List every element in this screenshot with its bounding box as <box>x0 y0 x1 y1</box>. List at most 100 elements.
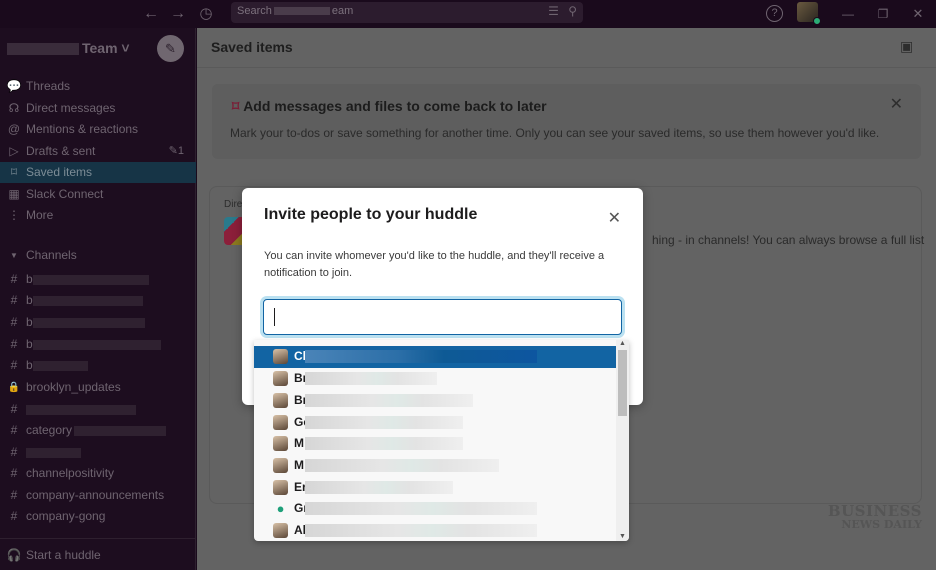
avatar <box>273 436 288 451</box>
channel-name: b <box>26 315 33 329</box>
scroll-up-arrow-icon[interactable]: ▲ <box>619 340 626 347</box>
channel-item[interactable]: # b <box>0 355 196 376</box>
sidebar-item-mentions[interactable]: @ Mentions & reactions <box>0 119 196 140</box>
more-vertical-icon: ⋮ <box>8 208 20 222</box>
hash-icon: # <box>10 488 18 502</box>
invite-people-input[interactable] <box>263 299 622 335</box>
sidebar-item-label: Drafts & sent <box>26 144 96 158</box>
suggestion-item[interactable]: M <box>254 433 616 455</box>
minimize-icon[interactable]: — <box>838 4 858 24</box>
card-label: Dire <box>224 199 243 210</box>
sidebar: Team ˅ ✎ 💬 Threads ☊ Direct messages @ Ment… <box>0 28 196 570</box>
search-icon[interactable]: ⚲ <box>568 4 577 18</box>
channel-item[interactable]: # b <box>0 334 196 355</box>
team-switcher[interactable]: Team ˅ <box>7 40 130 56</box>
text-caret <box>274 308 275 326</box>
sidebar-item-saved-items[interactable]: ⌑ Saved items <box>0 162 196 183</box>
redacted-text <box>305 394 473 407</box>
avatar <box>273 523 288 538</box>
suggestion-item[interactable]: Br <box>254 390 616 412</box>
caret-down-icon: ▼ <box>10 251 18 260</box>
sidebar-item-label: Slack Connect <box>26 187 104 201</box>
compose-button[interactable]: ✎ <box>157 35 184 62</box>
suggestion-item[interactable]: Al <box>254 520 616 541</box>
channel-item[interactable]: # b <box>0 290 196 311</box>
card-text: hing - in channels! You can always brows… <box>652 233 925 247</box>
lock-icon: 🔒 <box>7 382 21 393</box>
sidebar-item-more[interactable]: ⋮ More <box>0 205 196 226</box>
avatar <box>273 349 288 364</box>
filter-icon[interactable]: ☰ <box>548 4 559 18</box>
start-huddle-button[interactable]: 🎧 Start a huddle <box>0 545 196 566</box>
channel-item[interactable]: # company-announcements <box>0 485 196 506</box>
suggestion-item[interactable]: Ge <box>254 412 616 434</box>
sidebar-item-threads[interactable]: 💬 Threads <box>0 76 196 97</box>
channel-item[interactable]: # b <box>0 269 196 290</box>
channel-name: b <box>26 337 33 351</box>
main-header: Saved items ▣ <box>197 28 936 68</box>
redacted-text <box>305 350 537 363</box>
hash-icon: # <box>10 423 18 437</box>
restore-icon[interactable]: ❐ <box>873 4 893 24</box>
channel-item[interactable]: 🔒 brooklyn_updates <box>0 377 196 398</box>
avatar <box>273 480 288 495</box>
section-label: Channels <box>26 248 77 262</box>
watermark: BUSINESS NEWS DAILY <box>828 504 922 531</box>
channel-name: channelpositivity <box>26 466 115 480</box>
scroll-down-arrow-icon[interactable]: ▼ <box>619 533 626 540</box>
channel-name: b <box>26 293 33 307</box>
channel-item[interactable]: # channelpositivity <box>0 463 196 484</box>
scrollbar[interactable]: ▲ ▼ <box>616 340 629 541</box>
scroll-thumb[interactable] <box>618 350 627 416</box>
channel-details-icon[interactable]: ▣ <box>900 38 918 56</box>
channel-name: company-announcements <box>26 488 165 502</box>
channel-name: b <box>26 358 33 372</box>
modal-title: Invite people to your huddle <box>264 206 478 223</box>
sidebar-divider <box>0 538 196 539</box>
hash-icon: # <box>10 293 18 307</box>
compose-icon: ✎ <box>165 41 176 56</box>
redacted-text <box>305 459 499 472</box>
sidebar-item-label: Threads <box>26 79 71 93</box>
hash-icon: # <box>10 509 18 523</box>
back-icon[interactable]: ← <box>141 4 161 24</box>
suggestion-item[interactable]: Er <box>254 477 616 499</box>
channel-name: company-gong <box>26 509 106 523</box>
history-icon[interactable]: ◷ <box>196 4 216 24</box>
suggestion-item[interactable]: M <box>254 455 616 477</box>
close-window-icon[interactable]: ✕ <box>908 4 928 24</box>
drafts-count-badge: ✎1 <box>168 145 184 157</box>
presence-indicator <box>813 17 821 25</box>
hash-icon: # <box>10 402 18 416</box>
title-bar: ← → ◷ Search eam ☰ ⚲ ? — ❐ ✕ <box>0 0 936 28</box>
redacted-text <box>305 502 537 515</box>
search-bar[interactable]: Search eam ☰ ⚲ <box>231 2 583 23</box>
user-avatar[interactable] <box>797 2 821 25</box>
suggestion-item[interactable]: Cl <box>254 346 616 368</box>
channel-item[interactable]: # company-gong <box>0 506 196 527</box>
send-icon: ▷ <box>9 144 19 158</box>
channel-item[interactable]: # <box>0 399 196 420</box>
forward-icon[interactable]: → <box>168 4 188 24</box>
channel-item[interactable]: # <box>0 442 196 463</box>
channel-item[interactable]: # category <box>0 420 196 441</box>
channels-section-header[interactable]: ▼ Channels <box>0 245 196 266</box>
help-icon[interactable]: ? <box>766 5 783 22</box>
close-icon[interactable]: ✕ <box>608 208 621 228</box>
sidebar-item-drafts[interactable]: ▷ Drafts & sent ✎1 <box>0 141 196 162</box>
hash-icon: # <box>10 358 18 372</box>
sidebar-item-label: Mentions & reactions <box>26 122 139 136</box>
generic-user-icon: ● <box>276 501 285 516</box>
avatar <box>273 458 288 473</box>
suggestion-item[interactable]: ● Gr <box>254 498 616 520</box>
suggestion-item[interactable]: Br <box>254 368 616 390</box>
at-icon: @ <box>7 122 21 136</box>
avatar <box>273 371 288 386</box>
building-icon: ▦ <box>8 187 20 201</box>
channel-item[interactable]: # b <box>0 312 196 333</box>
sidebar-item-direct-messages[interactable]: ☊ Direct messages <box>0 98 196 119</box>
banner-close-icon[interactable]: ✕ <box>890 94 903 114</box>
sidebar-item-slack-connect[interactable]: ▦ Slack Connect <box>0 184 196 205</box>
hash-icon: # <box>10 466 18 480</box>
bookmark-icon: ⌑ <box>10 165 18 179</box>
